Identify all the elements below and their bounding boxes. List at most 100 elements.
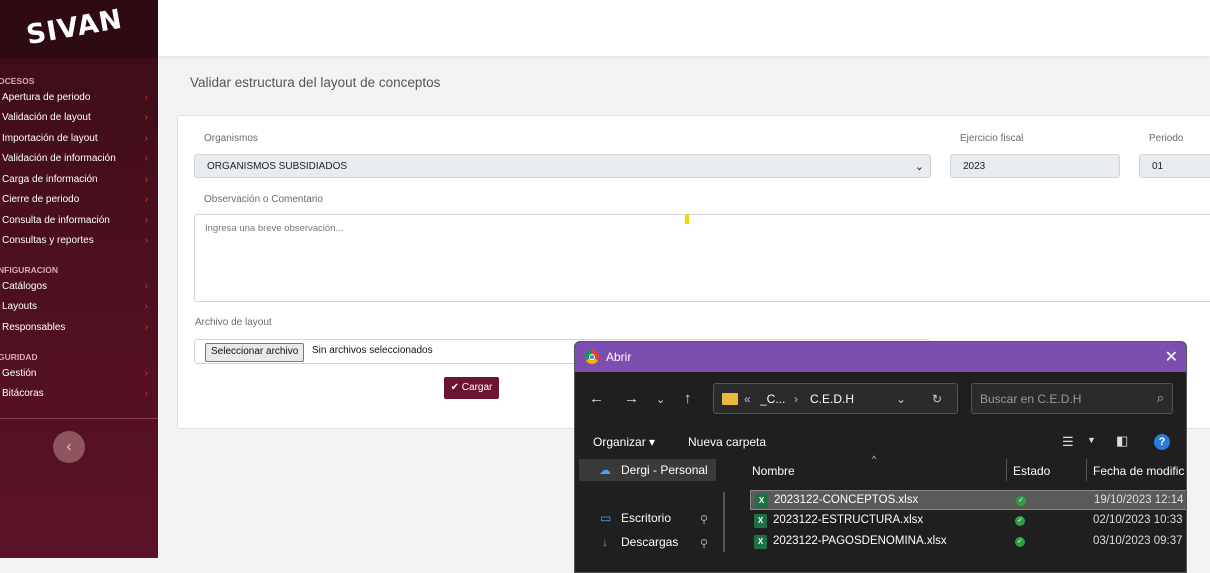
preview-pane-icon[interactable]: ◧ — [1116, 433, 1128, 449]
address-prefix: « — [744, 392, 751, 406]
nav-validacion-de-layout[interactable]: Validación de layout › — [2, 109, 152, 127]
folder-icon — [722, 393, 738, 405]
cursor-marker — [685, 214, 689, 224]
nav-gestion[interactable]: Gestión › — [2, 365, 152, 383]
nav-pane-descargas[interactable]: Descargas — [621, 535, 678, 549]
column-fecha[interactable]: Fecha de modific — [1093, 464, 1184, 478]
file-name: 2023122-ESTRUCTURA.xlsx — [773, 514, 924, 526]
column-nombre[interactable]: Nombre — [752, 464, 795, 478]
dialog-title: Abrir — [606, 350, 632, 364]
address-current[interactable]: C.E.D.H — [810, 392, 854, 406]
nav-consulta-de-informacion[interactable]: Consulta de información › — [2, 212, 152, 230]
ejercicio-field[interactable]: 2023 — [950, 154, 1120, 178]
chevron-down-icon[interactable]: ⌄ — [656, 393, 665, 406]
chevron-right-icon: › — [144, 235, 148, 246]
address-bar[interactable]: « _C... › C.E.D.H ⌄ ↻ — [713, 383, 958, 414]
address-part[interactable]: _C... — [760, 392, 785, 406]
sidebar-divider — [0, 418, 158, 419]
ejercicio-label: Ejercicio fiscal — [960, 133, 1024, 144]
nav-consultas-y-reportes[interactable]: Consultas y reportes › — [2, 232, 152, 250]
organismos-value: ORGANISMOS SUBSIDIADOS — [207, 161, 348, 172]
file-name: 2023122-CONCEPTOS.xlsx — [774, 494, 919, 506]
organismos-select[interactable]: ORGANISMOS SUBSIDIADOS ⌄ — [194, 154, 931, 178]
observacion-label: Observación o Comentario — [204, 194, 323, 205]
search-input[interactable]: Buscar en C.E.D.H ⌕ — [971, 383, 1173, 414]
nav-label: Bitácoras — [2, 388, 44, 399]
nav-bitacoras[interactable]: Bitácoras › — [2, 385, 152, 403]
nav-pane-escritorio[interactable]: Escritorio — [621, 511, 671, 525]
top-bar — [158, 0, 1210, 56]
nav-label: Layouts — [2, 301, 38, 312]
file-row[interactable]: X 2023122-CONCEPTOS.xlsx ✓ 19/10/2023 12… — [750, 490, 1186, 510]
nav-carga-de-informacion[interactable]: Carga de información › — [2, 171, 152, 189]
help-icon[interactable]: ? — [1154, 434, 1170, 450]
chevron-down-icon[interactable]: ▼ — [1087, 435, 1096, 445]
nav-label: Validación de información — [2, 153, 116, 164]
pin-icon[interactable]: ⚲ — [700, 513, 708, 526]
nav-label: Consultas y reportes — [2, 235, 94, 246]
periodo-field[interactable]: 01 — [1139, 154, 1210, 178]
sort-ascending-icon: ^ — [872, 454, 877, 464]
select-file-button[interactable]: Seleccionar archivo — [205, 343, 305, 362]
nav-apertura-de-periodo[interactable]: Apertura de periodo › — [2, 89, 152, 107]
nav-layouts[interactable]: Layouts › — [2, 298, 152, 316]
chevron-right-icon: › — [144, 368, 148, 379]
chevron-right-icon: › — [144, 174, 148, 185]
forward-arrow-icon[interactable]: → — [624, 390, 639, 407]
chevron-down-icon[interactable]: ⌄ — [896, 392, 906, 406]
column-divider[interactable] — [1086, 459, 1087, 481]
nav-label: Catálogos — [2, 281, 48, 292]
chevron-right-icon: › — [144, 281, 148, 292]
cloud-icon: ☁ — [599, 463, 611, 477]
file-date: 02/10/2023 10:33 — [1093, 514, 1183, 526]
file-row[interactable]: X 2023122-ESTRUCTURA.xlsx ✓ 02/10/2023 1… — [750, 511, 1186, 531]
chevron-right-icon: › — [144, 388, 148, 399]
chevron-right-icon: › — [144, 153, 148, 164]
chevron-right-icon: › — [144, 92, 148, 103]
back-arrow-icon[interactable]: ← — [589, 390, 604, 407]
organismos-label: Organismos — [204, 133, 258, 144]
nav-label: Importación de layout — [2, 133, 98, 144]
excel-file-icon: X — [755, 494, 768, 508]
address-separator: › — [794, 392, 798, 406]
observacion-textarea[interactable]: Ingresa una breve observación... — [194, 214, 1210, 302]
synced-check-icon: ✓ — [1016, 496, 1026, 506]
pane-scrollbar[interactable] — [723, 492, 725, 552]
excel-file-icon: X — [754, 535, 767, 549]
nav-catalogos[interactable]: Catálogos › — [2, 278, 152, 296]
page-title: Validar estructura del layout de concept… — [190, 75, 441, 90]
up-arrow-icon[interactable]: ↑ — [684, 390, 692, 407]
file-status: Sin archivos seleccionados — [312, 345, 433, 356]
collapse-sidebar-button[interactable]: ‹ — [53, 431, 85, 463]
dialog-title-bar: Abrir ✕ — [575, 342, 1186, 372]
nav-validacion-de-informacion[interactable]: Validación de información › — [2, 150, 152, 168]
nav-label: Apertura de periodo — [2, 92, 91, 103]
organizar-button[interactable]: Organizar ▾ — [593, 435, 655, 449]
new-folder-button[interactable]: Nueva carpeta — [688, 435, 766, 449]
chevron-right-icon: › — [144, 215, 148, 226]
nav-label: Carga de información — [2, 174, 98, 185]
sidebar: SIVAN OCESOS Apertura de periodo › Valida… — [0, 0, 158, 558]
file-row[interactable]: X 2023122-PAGOSDENOMINA.xlsx ✓ 03/10/202… — [750, 532, 1186, 552]
chevron-right-icon: › — [144, 301, 148, 312]
view-list-icon[interactable]: ☰ — [1062, 434, 1074, 450]
section-procesos: OCESOS — [0, 76, 35, 86]
nav-cierre-de-periodo[interactable]: Cierre de periodo › — [2, 191, 152, 209]
synced-check-icon: ✓ — [1015, 516, 1025, 526]
column-estado[interactable]: Estado — [1013, 464, 1050, 478]
column-divider[interactable] — [1006, 459, 1007, 481]
nav-responsables[interactable]: Responsables › — [2, 319, 152, 337]
search-placeholder: Buscar en C.E.D.H — [980, 392, 1082, 406]
chevron-down-icon: ⌄ — [914, 161, 924, 173]
pin-icon[interactable]: ⚲ — [700, 537, 708, 550]
nav-label: Cierre de periodo — [2, 194, 80, 205]
refresh-icon[interactable]: ↻ — [932, 392, 942, 406]
periodo-label: Periodo — [1149, 133, 1184, 144]
cargar-button[interactable]: ✔ Cargar — [444, 377, 499, 399]
search-icon: ⌕ — [1156, 390, 1164, 405]
chevron-right-icon: › — [144, 322, 148, 333]
nav-pane-onedrive[interactable]: Dergi - Personal — [621, 463, 708, 477]
close-icon[interactable]: ✕ — [1165, 347, 1178, 367]
nav-importacion-de-layout[interactable]: Importación de layout › — [2, 130, 152, 148]
nav-label: Validación de layout — [2, 112, 91, 123]
